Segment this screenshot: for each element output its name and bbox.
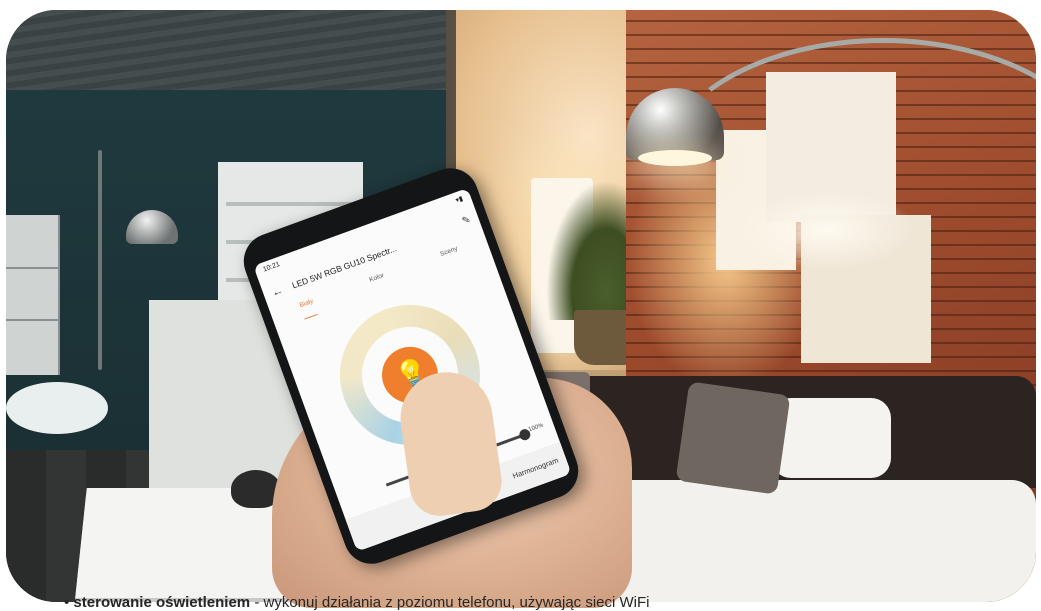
white-sofa: [586, 480, 1036, 602]
schedule-button[interactable]: Harmonogram: [511, 456, 559, 481]
wall-cabinet: [6, 215, 60, 375]
tab-color[interactable]: Kolor: [368, 272, 388, 294]
brightness-value: 100%: [527, 422, 545, 434]
floor-lamp-pole: [98, 150, 102, 370]
arrow-left-icon[interactable]: ←: [269, 283, 285, 300]
arc-lamp-light: [638, 150, 712, 166]
status-time: 10:21: [262, 260, 282, 274]
throw-pillow: [675, 381, 791, 495]
round-side-table: [6, 382, 108, 434]
pencil-icon[interactable]: ✎: [461, 214, 473, 227]
sofa-cushion: [771, 398, 891, 478]
caption: • sterowanie oświetleniem - wykonuj dzia…: [64, 594, 650, 611]
caption-bold: sterowanie oświetleniem: [73, 594, 251, 611]
tab-scenes[interactable]: Sceny: [439, 245, 462, 268]
signal-icon: ▾▮: [454, 195, 465, 205]
tab-white[interactable]: Biały: [298, 297, 319, 320]
caption-text: - wykonuj działania z poziomu telefonu, …: [250, 594, 650, 611]
